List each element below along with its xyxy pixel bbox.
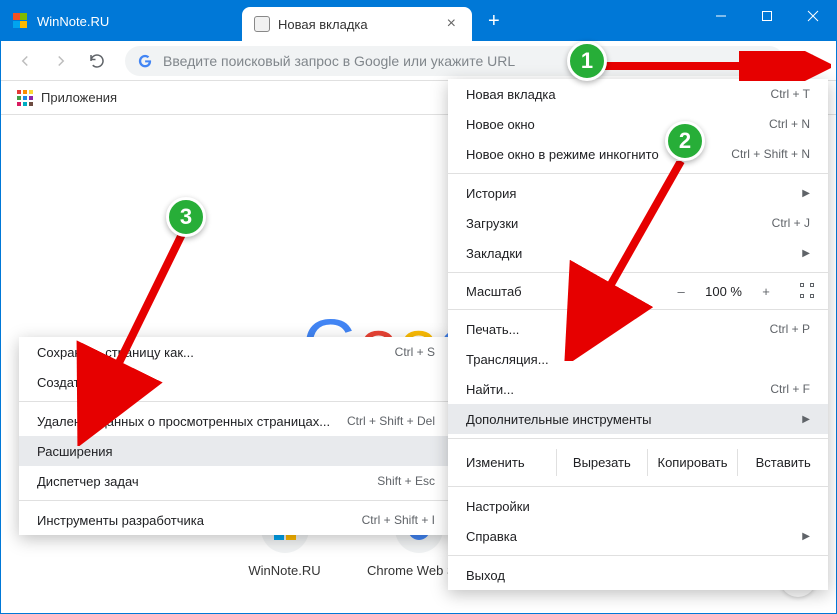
main-menu: Новая вкладкаCtrl + T Новое окноCtrl + N… xyxy=(448,79,828,590)
annotation-badge-3: 3 xyxy=(166,197,206,237)
menu-cast[interactable]: Трансляция... xyxy=(448,344,828,374)
reload-button[interactable] xyxy=(81,45,113,77)
submenu-dev-tools[interactable]: Инструменты разработчикаCtrl + Shift + I xyxy=(19,505,453,535)
fullscreen-icon[interactable] xyxy=(800,283,816,299)
menu-incognito[interactable]: Новое окно в режиме инкогнитоCtrl + Shif… xyxy=(448,139,828,169)
submenu-save-as[interactable]: Сохранить страницу как...Ctrl + S xyxy=(19,337,453,367)
chevron-right-icon: ▶ xyxy=(802,248,810,259)
chevron-right-icon: ▶ xyxy=(802,531,810,542)
menu-zoom: Масштаб – 100 % + xyxy=(448,277,828,305)
submenu-clear-data[interactable]: Удаление данных о просмотренных страница… xyxy=(19,406,453,436)
menu-history[interactable]: История▶ xyxy=(448,178,828,208)
menu-more-tools[interactable]: Дополнительные инструменты▶ xyxy=(448,404,828,434)
chevron-right-icon: ▶ xyxy=(802,414,810,425)
google-search-icon xyxy=(137,53,153,69)
menu-downloads[interactable]: ЗагрузкиCtrl + J xyxy=(448,208,828,238)
tab-active[interactable]: Новая вкладка × xyxy=(242,7,472,41)
menu-bookmarks[interactable]: Закладки▶ xyxy=(448,238,828,268)
menu-copy[interactable]: Копировать xyxy=(647,449,738,476)
annotation-badge-1: 1 xyxy=(567,41,607,81)
tab-favicon xyxy=(254,16,270,32)
minimize-button[interactable] xyxy=(698,1,744,31)
menu-help[interactable]: Справка▶ xyxy=(448,521,828,551)
maximize-button[interactable] xyxy=(744,1,790,31)
menu-edit-row: Изменить Вырезать Копировать Вставить xyxy=(448,443,828,482)
window-controls xyxy=(698,1,836,31)
address-bar[interactable]: Введите поисковый запрос в Google или ук… xyxy=(125,46,784,76)
menu-new-tab[interactable]: Новая вкладкаCtrl + T xyxy=(448,79,828,109)
omnibox-placeholder: Введите поисковый запрос в Google или ук… xyxy=(163,53,515,69)
close-button[interactable] xyxy=(790,1,836,31)
menu-exit[interactable]: Выход xyxy=(448,560,828,590)
close-icon[interactable]: × xyxy=(443,15,460,33)
forward-button[interactable] xyxy=(45,45,77,77)
submenu-extensions[interactable]: Расширения xyxy=(19,436,453,466)
shortcut-label: WinNote.RU xyxy=(248,563,320,578)
title-bar: WinNote.RU Новая вкладка × + xyxy=(1,1,836,41)
submenu-create-shortcut[interactable]: Создать ярлык... xyxy=(19,367,453,397)
annotation-badge-2: 2 xyxy=(665,121,705,161)
app-icon xyxy=(13,13,29,29)
menu-cut[interactable]: Вырезать xyxy=(556,449,647,476)
zoom-value: 100 % xyxy=(705,284,742,299)
browser-toolbar: Введите поисковый запрос в Google или ук… xyxy=(1,41,836,81)
new-tab-button[interactable]: + xyxy=(488,10,500,33)
tab-title: Новая вкладка xyxy=(278,17,443,32)
submenu-task-manager[interactable]: Диспетчер задачShift + Esc xyxy=(19,466,453,496)
menu-new-window[interactable]: Новое окноCtrl + N xyxy=(448,109,828,139)
back-button[interactable] xyxy=(9,45,41,77)
apps-label[interactable]: Приложения xyxy=(41,90,117,105)
menu-settings[interactable]: Настройки xyxy=(448,491,828,521)
menu-find[interactable]: Найти...Ctrl + F xyxy=(448,374,828,404)
menu-paste[interactable]: Вставить xyxy=(737,449,828,476)
menu-print[interactable]: Печать...Ctrl + P xyxy=(448,314,828,344)
chevron-right-icon: ▶ xyxy=(802,188,810,199)
main-menu-button[interactable] xyxy=(796,45,828,77)
zoom-in-button[interactable]: + xyxy=(754,284,778,299)
submenu-more-tools: Сохранить страницу как...Ctrl + S Создат… xyxy=(19,337,453,535)
apps-icon[interactable] xyxy=(17,90,33,106)
window-title: WinNote.RU xyxy=(37,14,242,29)
zoom-out-button[interactable]: – xyxy=(669,284,693,299)
